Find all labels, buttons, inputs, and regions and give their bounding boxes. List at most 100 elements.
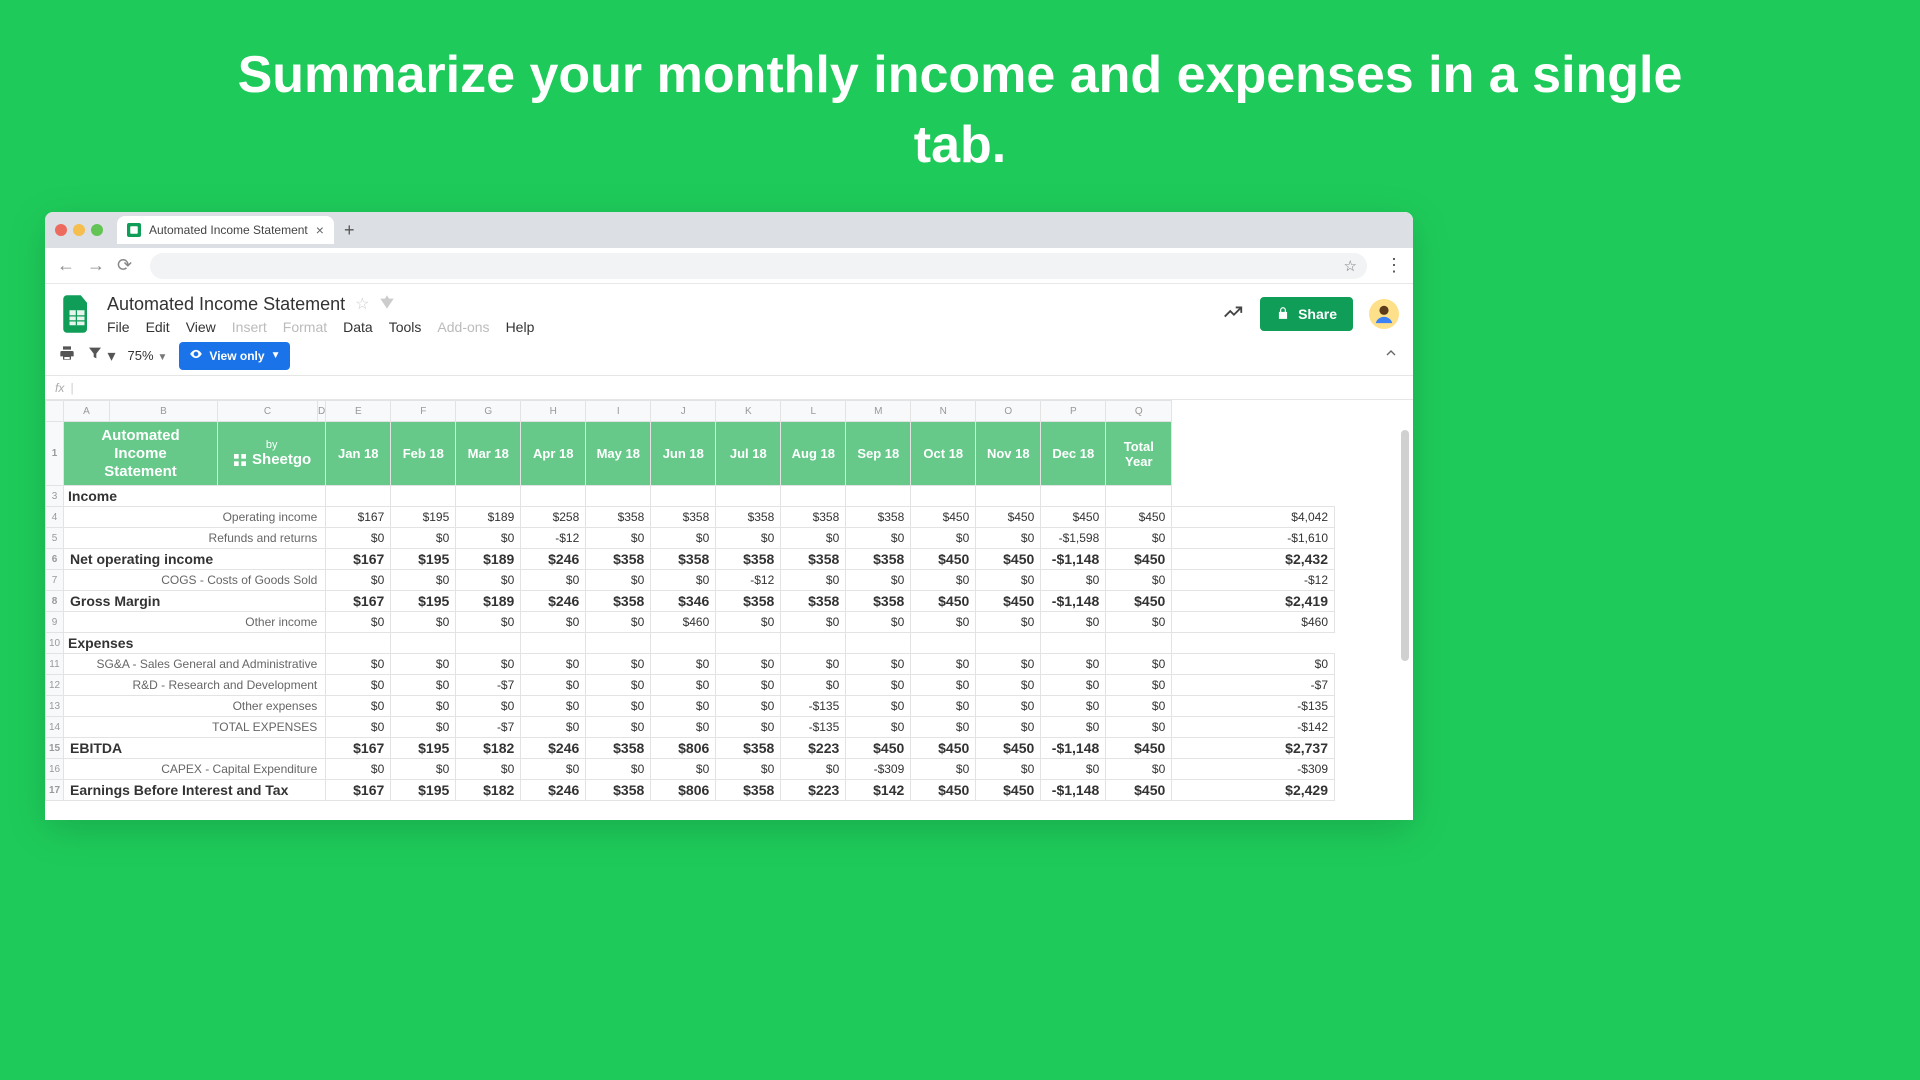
- cell[interactable]: $142: [846, 780, 911, 801]
- cell[interactable]: $0: [391, 717, 456, 738]
- menu-view[interactable]: View: [186, 319, 216, 335]
- cell[interactable]: $358: [781, 507, 846, 528]
- cell[interactable]: $0: [391, 570, 456, 591]
- cell[interactable]: $0: [326, 612, 391, 633]
- cell[interactable]: $0: [716, 612, 781, 633]
- cell[interactable]: $450: [976, 507, 1041, 528]
- cell[interactable]: $167: [326, 507, 391, 528]
- cell[interactable]: $0: [976, 675, 1041, 696]
- cell[interactable]: $0: [976, 528, 1041, 549]
- close-window-icon[interactable]: [55, 224, 67, 236]
- col-header-Q[interactable]: Q: [1106, 401, 1172, 422]
- cell[interactable]: $167: [326, 591, 391, 612]
- cell[interactable]: -$135: [781, 717, 846, 738]
- cell[interactable]: $0: [1106, 570, 1172, 591]
- cell[interactable]: $0: [1172, 654, 1335, 675]
- formula-bar[interactable]: fx |: [45, 376, 1413, 400]
- row-num-8[interactable]: 8: [46, 591, 64, 612]
- cell[interactable]: $358: [586, 549, 651, 570]
- row-num-3[interactable]: 3: [46, 486, 64, 507]
- col-header-B[interactable]: B: [110, 401, 218, 422]
- cell[interactable]: $0: [911, 759, 976, 780]
- spreadsheet-grid[interactable]: ABCDEFGHIJKLMNOPQ1AutomatedIncomeStateme…: [45, 400, 1413, 820]
- cell[interactable]: $0: [586, 570, 651, 591]
- cell[interactable]: $0: [976, 696, 1041, 717]
- cell[interactable]: $0: [976, 612, 1041, 633]
- cell[interactable]: $0: [326, 528, 391, 549]
- cell[interactable]: $0: [326, 570, 391, 591]
- cell[interactable]: $0: [976, 759, 1041, 780]
- row-num-7[interactable]: 7: [46, 570, 64, 591]
- cell[interactable]: $0: [586, 717, 651, 738]
- cell[interactable]: $0: [716, 654, 781, 675]
- cell[interactable]: $0: [911, 528, 976, 549]
- cell[interactable]: $246: [521, 549, 586, 570]
- cell[interactable]: -$309: [846, 759, 911, 780]
- cell[interactable]: $0: [326, 675, 391, 696]
- cell[interactable]: $0: [1041, 759, 1106, 780]
- col-header-K[interactable]: K: [716, 401, 781, 422]
- cell[interactable]: $246: [521, 591, 586, 612]
- cell[interactable]: $358: [846, 591, 911, 612]
- cell[interactable]: $0: [651, 675, 716, 696]
- cell[interactable]: $0: [586, 654, 651, 675]
- col-header-I[interactable]: I: [586, 401, 651, 422]
- cell[interactable]: $0: [1106, 696, 1172, 717]
- cell[interactable]: $0: [846, 654, 911, 675]
- menu-add-ons[interactable]: Add-ons: [437, 319, 489, 335]
- cell[interactable]: $182: [456, 738, 521, 759]
- vertical-scrollbar[interactable]: [1401, 430, 1409, 661]
- cell[interactable]: $0: [911, 654, 976, 675]
- cell[interactable]: $2,429: [1172, 780, 1335, 801]
- cell[interactable]: $0: [521, 654, 586, 675]
- cell[interactable]: $195: [391, 507, 456, 528]
- row-num-13[interactable]: 13: [46, 696, 64, 717]
- address-bar[interactable]: ☆: [150, 253, 1367, 279]
- cell[interactable]: $358: [716, 738, 781, 759]
- cell[interactable]: $0: [586, 675, 651, 696]
- cell[interactable]: $358: [781, 549, 846, 570]
- cell[interactable]: $460: [651, 612, 716, 633]
- cell[interactable]: $0: [846, 612, 911, 633]
- cell[interactable]: $450: [911, 738, 976, 759]
- cell[interactable]: -$1,610: [1172, 528, 1335, 549]
- doc-title[interactable]: Automated Income Statement: [107, 294, 345, 315]
- cell[interactable]: -$142: [1172, 717, 1335, 738]
- filter-icon[interactable]: ▾: [87, 345, 115, 366]
- cell[interactable]: $0: [781, 612, 846, 633]
- cell[interactable]: -$1,598: [1041, 528, 1106, 549]
- cell[interactable]: $0: [911, 717, 976, 738]
- cell[interactable]: $450: [976, 549, 1041, 570]
- cell[interactable]: $0: [716, 696, 781, 717]
- cell[interactable]: $0: [911, 612, 976, 633]
- cell[interactable]: $0: [976, 654, 1041, 675]
- row-num-11[interactable]: 11: [46, 654, 64, 675]
- cell[interactable]: $0: [326, 717, 391, 738]
- view-only-button[interactable]: View only ▼: [179, 342, 290, 370]
- cell[interactable]: $0: [1106, 717, 1172, 738]
- cell[interactable]: $167: [326, 738, 391, 759]
- cell[interactable]: -$1,148: [1041, 591, 1106, 612]
- cell[interactable]: $358: [586, 591, 651, 612]
- account-avatar[interactable]: [1369, 299, 1399, 329]
- cell[interactable]: $0: [846, 717, 911, 738]
- cell[interactable]: $806: [651, 738, 716, 759]
- cell[interactable]: $0: [976, 717, 1041, 738]
- cell[interactable]: $450: [1106, 738, 1172, 759]
- row-num-15[interactable]: 15: [46, 738, 64, 759]
- cell[interactable]: -$1,148: [1041, 549, 1106, 570]
- cell[interactable]: $346: [651, 591, 716, 612]
- row-num-6[interactable]: 6: [46, 549, 64, 570]
- cell[interactable]: -$1,148: [1041, 738, 1106, 759]
- row-num-9[interactable]: 9: [46, 612, 64, 633]
- cell[interactable]: $0: [1041, 696, 1106, 717]
- cell[interactable]: $0: [716, 528, 781, 549]
- cell[interactable]: $450: [1106, 591, 1172, 612]
- cell[interactable]: $450: [911, 507, 976, 528]
- cell[interactable]: $0: [1041, 612, 1106, 633]
- cell[interactable]: $0: [716, 675, 781, 696]
- cell[interactable]: $189: [456, 591, 521, 612]
- cell[interactable]: $182: [456, 780, 521, 801]
- cell[interactable]: $223: [781, 780, 846, 801]
- new-tab-button[interactable]: +: [344, 220, 355, 241]
